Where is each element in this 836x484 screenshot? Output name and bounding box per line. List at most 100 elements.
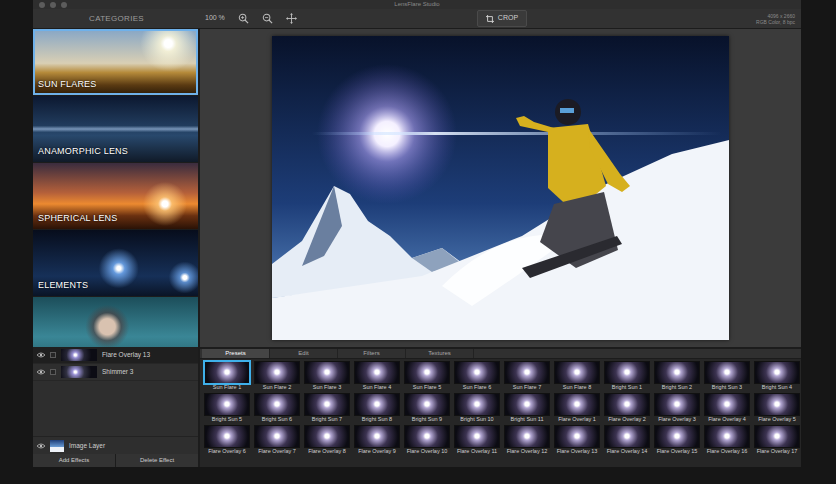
preset-item[interactable]: Flare Overlay 14 — [602, 425, 652, 455]
tab[interactable]: Filters — [338, 349, 406, 358]
preset-item[interactable]: Sun Flare 2 — [252, 361, 302, 391]
layer-checkbox[interactable] — [50, 352, 56, 358]
minimize-button[interactable] — [50, 2, 56, 8]
preset-label: Sun Flare 8 — [563, 384, 591, 391]
preset-item[interactable]: Flare Overlay 7 — [252, 425, 302, 455]
preset-item[interactable]: Sun Flare 6 — [452, 361, 502, 391]
tab[interactable]: Textures — [406, 349, 474, 358]
preset-item[interactable]: Flare Overlay 17 — [752, 425, 801, 455]
preset-thumbnail — [504, 393, 550, 416]
preset-item[interactable]: Sun Flare 5 — [402, 361, 452, 391]
preset-item[interactable]: Sun Flare 8 — [552, 361, 602, 391]
preset-label: Flare Overlay 14 — [607, 448, 648, 455]
preset-label: Flare Overlay 8 — [308, 448, 346, 455]
preset-label: Sun Flare 2 — [263, 384, 291, 391]
category-list: SUN FLARESANAMORPHIC LENSSPHERICAL LENSE… — [33, 29, 198, 347]
preset-item[interactable]: Flare Overlay 2 — [602, 393, 652, 423]
tab[interactable]: Edit — [270, 349, 338, 358]
zoom-out-icon[interactable] — [262, 13, 273, 24]
layer-thumbnail — [61, 349, 97, 361]
preset-item[interactable]: Bright Sun 4 — [752, 361, 801, 391]
preset-item[interactable]: Bright Sun 7 — [302, 393, 352, 423]
category-item[interactable] — [33, 297, 198, 347]
preset-item[interactable]: Sun Flare 3 — [302, 361, 352, 391]
preset-label: Flare Overlay 17 — [757, 448, 798, 455]
preset-thumbnail — [454, 425, 500, 448]
preset-thumbnail — [254, 425, 300, 448]
preset-label: Flare Overlay 11 — [457, 448, 497, 455]
preset-thumbnail — [754, 393, 800, 416]
preset-thumbnail — [304, 361, 350, 384]
preset-thumbnail — [554, 393, 600, 416]
preset-item[interactable]: Flare Overlay 6 — [202, 425, 252, 455]
preset-item[interactable]: Flare Overlay 3 — [652, 393, 702, 423]
zoom-level[interactable]: 100 % — [205, 13, 225, 24]
preset-thumbnail — [204, 425, 250, 448]
image-layer-row[interactable]: Image Layer — [33, 436, 198, 454]
preset-item[interactable]: Flare Overlay 15 — [652, 425, 702, 455]
preset-item[interactable]: Flare Overlay 1 — [552, 393, 602, 423]
eye-icon[interactable] — [37, 443, 45, 449]
zoom-in-icon[interactable] — [238, 13, 249, 24]
category-item[interactable]: SPHERICAL LENS — [33, 163, 198, 229]
category-item[interactable]: SUN FLARES — [33, 29, 198, 95]
preset-item[interactable]: Bright Sun 2 — [652, 361, 702, 391]
preset-thumbnail — [204, 361, 250, 384]
tab[interactable]: Presets — [202, 349, 270, 358]
preset-label: Bright Sun 2 — [662, 384, 692, 391]
preset-label: Flare Overlay 5 — [758, 416, 796, 423]
preset-item[interactable]: Bright Sun 3 — [702, 361, 752, 391]
preset-thumbnail — [704, 425, 750, 448]
delete-effect-button[interactable]: Delete Effect — [116, 454, 198, 467]
preset-item[interactable]: Flare Overlay 11 — [452, 425, 502, 455]
layer-list: Flare Overlay 13 Shimmer 3 — [33, 347, 198, 381]
preset-label: Bright Sun 7 — [312, 416, 342, 423]
preset-label: Bright Sun 9 — [412, 416, 442, 423]
layer-name: Flare Overlay 13 — [102, 350, 150, 360]
title-bar: LensFlare Studio — [33, 0, 801, 9]
preset-label: Bright Sun 10 — [460, 416, 493, 423]
preset-item[interactable]: Bright Sun 10 — [452, 393, 502, 423]
preset-item[interactable]: Flare Overlay 13 — [552, 425, 602, 455]
add-effects-button[interactable]: Add Effects — [33, 454, 115, 467]
preset-label: Sun Flare 6 — [463, 384, 491, 391]
preset-item[interactable]: Flare Overlay 4 — [702, 393, 752, 423]
preset-label: Bright Sun 1 — [612, 384, 642, 391]
preset-item[interactable]: Bright Sun 9 — [402, 393, 452, 423]
toolbar-main: 100 % CROP 4096 x 2660RGB Color, 8 bpc — [200, 10, 801, 27]
eye-icon[interactable] — [37, 369, 45, 375]
preset-item[interactable]: Bright Sun 11 — [502, 393, 552, 423]
layer-row[interactable]: Flare Overlay 13 — [33, 347, 198, 364]
preset-item[interactable]: Sun Flare 7 — [502, 361, 552, 391]
preset-item[interactable]: Flare Overlay 9 — [352, 425, 402, 455]
preset-item[interactable]: Sun Flare 4 — [352, 361, 402, 391]
layer-name: Shimmer 3 — [102, 367, 133, 377]
image-info: 4096 x 2660RGB Color, 8 bpc — [756, 13, 801, 25]
zoom-button[interactable] — [61, 2, 67, 8]
categories-label: CATEGORIES — [33, 13, 200, 25]
move-icon[interactable] — [286, 13, 297, 24]
preset-label: Flare Overlay 7 — [258, 448, 296, 455]
layer-row[interactable]: Shimmer 3 — [33, 364, 198, 381]
preset-item[interactable]: Bright Sun 1 — [602, 361, 652, 391]
layer-checkbox[interactable] — [50, 369, 56, 375]
image-layer-thumbnail — [50, 440, 64, 452]
preset-label: Flare Overlay 13 — [557, 448, 598, 455]
preset-item[interactable]: Bright Sun 6 — [252, 393, 302, 423]
category-item[interactable]: ANAMORPHIC LENS — [33, 96, 198, 162]
preset-item[interactable]: Flare Overlay 5 — [752, 393, 801, 423]
crop-button[interactable]: CROP — [477, 10, 527, 27]
eye-icon[interactable] — [37, 352, 45, 358]
preset-label: Flare Overlay 10 — [407, 448, 448, 455]
preset-item[interactable]: Flare Overlay 10 — [402, 425, 452, 455]
preset-thumbnail — [404, 393, 450, 416]
preset-item[interactable]: Flare Overlay 16 — [702, 425, 752, 455]
preset-item[interactable]: Sun Flare 1 — [202, 361, 252, 391]
preset-thumbnail — [704, 393, 750, 416]
preset-item[interactable]: Flare Overlay 12 — [502, 425, 552, 455]
category-item[interactable]: ELEMENTS — [33, 230, 198, 296]
preset-item[interactable]: Bright Sun 5 — [202, 393, 252, 423]
close-button[interactable] — [39, 2, 45, 8]
preset-item[interactable]: Bright Sun 8 — [352, 393, 402, 423]
preset-item[interactable]: Flare Overlay 8 — [302, 425, 352, 455]
